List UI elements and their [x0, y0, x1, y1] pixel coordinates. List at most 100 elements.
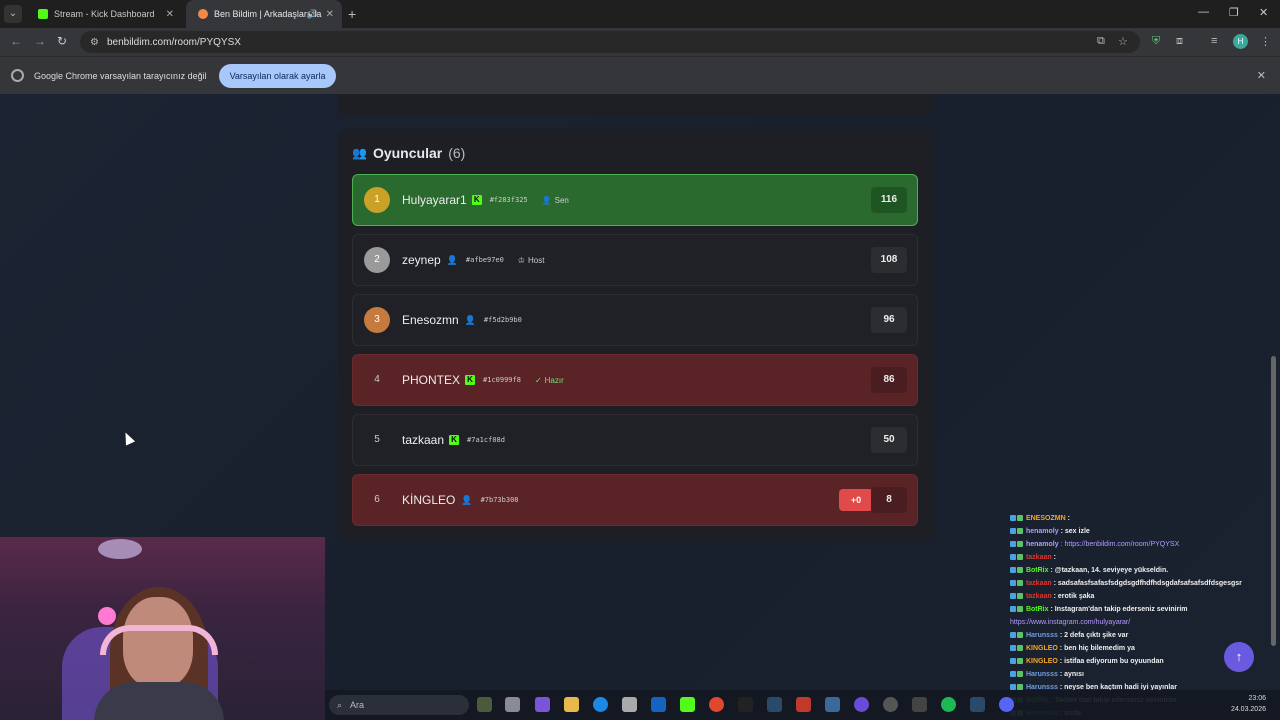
- chat-message: tazkaan : erotik şaka: [1010, 590, 1276, 603]
- url-text: benbildim.com/room/PYQYSX: [106, 36, 241, 48]
- player-row: 3 Enesozmn 👤 #f5d2b9b0 96: [352, 294, 918, 346]
- chat-badge-icon: [1010, 645, 1016, 652]
- player-score: 50: [871, 427, 907, 453]
- install-app-icon[interactable]: ⧉: [1097, 35, 1105, 48]
- taskbar-search-label: Ara: [350, 700, 365, 710]
- outlook-icon[interactable]: [651, 697, 666, 712]
- chat-text[interactable]: https://www.instagram.com/hulyayarar/: [1010, 619, 1130, 626]
- set-default-button[interactable]: Varsayılan olarak ayarla: [218, 63, 337, 88]
- chrome-logo-icon: [11, 69, 24, 82]
- reload-icon[interactable]: ↻: [57, 34, 67, 48]
- chat-nick[interactable]: tazkaan: [1026, 554, 1052, 561]
- task-view-icon[interactable]: [505, 697, 520, 712]
- users-icon: 👥: [352, 146, 367, 160]
- chrome-app-icon[interactable]: [709, 697, 724, 712]
- shield-extension-icon[interactable]: ⛨: [1152, 35, 1160, 48]
- app-gray-icon[interactable]: [912, 697, 927, 712]
- chat-nick[interactable]: henamoly: [1026, 541, 1059, 548]
- player-tag-label: Hazır: [544, 375, 564, 385]
- obs-icon[interactable]: [883, 697, 898, 712]
- copilot-icon[interactable]: [535, 697, 550, 712]
- rank-badge: 2: [364, 247, 390, 273]
- steam-icon[interactable]: [767, 697, 782, 712]
- minimize-icon[interactable]: —: [1198, 6, 1209, 18]
- players-panel: 👥 Oyuncular (6) 1 Hulyayarar1 K #f283f325 👤 S…: [338, 129, 934, 541]
- tab-title: Stream - Kick Dashboard: [54, 9, 155, 19]
- chat-text: : sex izle: [1060, 528, 1090, 535]
- infobar-close-icon[interactable]: ✕: [1257, 69, 1266, 82]
- maximize-icon[interactable]: ❐: [1229, 6, 1239, 19]
- tab-kick-dashboard[interactable]: Stream - Kick Dashboard ✕: [26, 0, 182, 28]
- chat-badge-icon: [1010, 593, 1016, 600]
- chat-nick[interactable]: KINGLEO: [1026, 658, 1058, 665]
- crown-icon: ♔: [517, 255, 526, 265]
- chat-nick[interactable]: tazkaan: [1026, 593, 1052, 600]
- player-tag-label: Host: [528, 255, 545, 265]
- chat-overlay: ENESOZMN : henamoly : sex izle henamoly …: [1010, 512, 1276, 720]
- bookmark-star-icon[interactable]: ☆: [1118, 35, 1128, 48]
- chat-badge-icon: [1010, 606, 1016, 613]
- chat-nick[interactable]: tazkaan: [1026, 580, 1052, 587]
- player-row: 1 Hulyayarar1 K #f283f325 👤 Sen 116: [352, 174, 918, 226]
- widget-icon[interactable]: [477, 697, 492, 712]
- chat-badge-icon: [1010, 580, 1016, 587]
- chat-badge-icon: [1010, 554, 1016, 561]
- kick-logo-icon: K: [449, 435, 460, 445]
- neon-sign: [98, 607, 116, 625]
- spotify-icon[interactable]: [941, 697, 956, 712]
- kick-logo-icon: K: [465, 375, 476, 385]
- chat-nick[interactable]: ENESOZMN: [1026, 515, 1066, 522]
- app-red-icon[interactable]: [796, 697, 811, 712]
- discord-icon[interactable]: [999, 697, 1014, 712]
- chat-nick[interactable]: Harunsss: [1026, 671, 1058, 678]
- player-name: Enesozmn: [402, 313, 459, 327]
- chat-nick[interactable]: Harunsss: [1026, 632, 1058, 639]
- player-name: tazkaan: [402, 433, 445, 447]
- taskbar-search[interactable]: ⌕ Ara: [329, 695, 469, 715]
- chat-nick[interactable]: BotRix: [1026, 567, 1049, 574]
- user-icon: 👤: [541, 195, 552, 205]
- rank-badge: 5: [374, 434, 380, 445]
- new-tab-icon[interactable]: +: [348, 6, 356, 22]
- file-explorer-icon[interactable]: [564, 697, 579, 712]
- player-hash: #1c0999f8: [483, 376, 521, 384]
- tab-bar: ⌄ Stream - Kick Dashboard ✕ Ben Bildim |…: [0, 0, 1280, 28]
- store-icon[interactable]: [622, 697, 637, 712]
- menu-icon[interactable]: ⋮: [1260, 35, 1271, 48]
- player-score: 116: [871, 187, 907, 213]
- chat-message: ENESOZMN :: [1010, 512, 1276, 525]
- app-blue-icon[interactable]: [825, 697, 840, 712]
- kick-app-icon[interactable]: [680, 697, 695, 712]
- profile-avatar[interactable]: H: [1233, 34, 1248, 49]
- chat-badge-icon: [1017, 515, 1023, 522]
- url-input[interactable]: ⚙ benbildim.com/room/PYQYSX: [80, 31, 1140, 53]
- chat-message: henamoly : https://benbildim.com/room/PY…: [1010, 538, 1276, 551]
- edge-icon[interactable]: [593, 697, 608, 712]
- chat-text[interactable]: : https://benbildim.com/room/PYQYSX: [1061, 541, 1180, 548]
- extensions-icon[interactable]: ⧈: [1176, 35, 1183, 48]
- chat-nick[interactable]: BotRix: [1026, 606, 1049, 613]
- kick-logo-icon: K: [471, 195, 482, 205]
- forward-icon[interactable]: →: [34, 34, 46, 48]
- check-circle-icon: ✓: [534, 375, 542, 385]
- close-icon[interactable]: ✕: [166, 9, 174, 20]
- player-name: zeynep: [402, 253, 441, 267]
- chat-nick[interactable]: KINGLEO: [1026, 645, 1058, 652]
- media-control-icon[interactable]: ≡: [1211, 35, 1217, 47]
- player-score: 8: [871, 487, 907, 513]
- epic-games-icon[interactable]: [738, 697, 753, 712]
- webcam-overlay: [0, 537, 325, 720]
- tab-ben-bildim[interactable]: Ben Bildim | Arkadaşlarınla 🔊 ✕: [186, 0, 342, 28]
- back-icon[interactable]: ←: [10, 34, 22, 48]
- chat-nick[interactable]: henamoly: [1026, 528, 1059, 535]
- speaker-icon[interactable]: 🔊: [307, 9, 318, 20]
- window-close-icon[interactable]: ✕: [1259, 6, 1268, 19]
- taskbar-clock[interactable]: 23:06 24.03.2026: [1231, 693, 1266, 715]
- app-purple-icon[interactable]: [854, 697, 869, 712]
- site-info-icon[interactable]: ⚙: [90, 37, 99, 48]
- steam-2-icon[interactable]: [970, 697, 985, 712]
- tab-search-button[interactable]: ⌄: [4, 5, 22, 23]
- close-icon[interactable]: ✕: [326, 9, 334, 20]
- players-heading: 👥 Oyuncular (6): [352, 145, 465, 161]
- scroll-to-top-button[interactable]: ↑: [1224, 642, 1254, 672]
